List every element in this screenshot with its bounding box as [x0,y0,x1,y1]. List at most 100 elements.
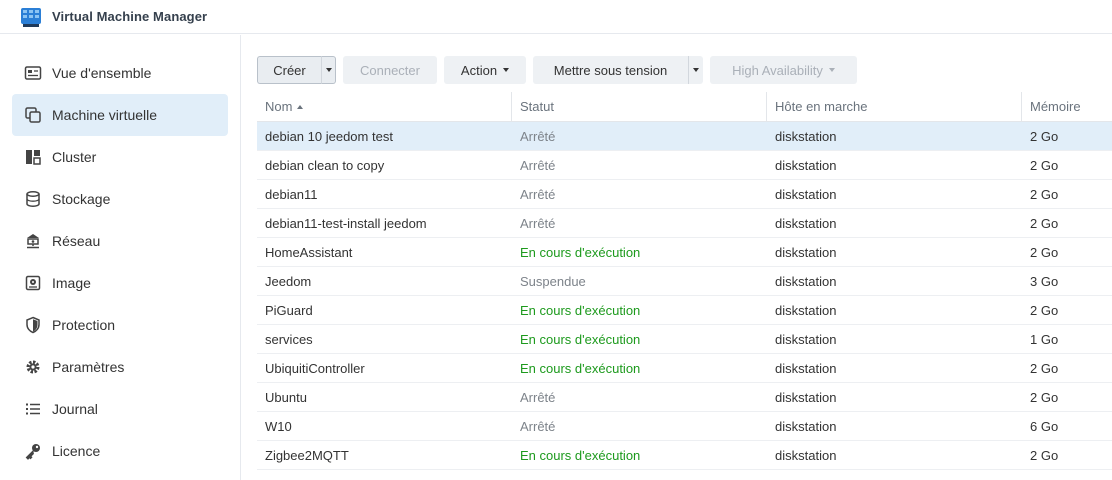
storage-icon [24,190,42,208]
sidebar-item-label: Cluster [52,149,97,165]
sidebar-item-label: Vue d'ensemble [52,65,152,81]
cell-status: Arrêté [520,418,556,434]
cell-memory: 2 Go [1030,389,1059,405]
cell-status: En cours d'exécution [520,447,641,463]
cell-host: diskstation [775,273,837,289]
cell-memory: 2 Go [1030,128,1059,144]
cell-host: diskstation [775,215,837,231]
table-row[interactable]: HomeAssistant En cours d'exécution disksta… [257,238,1112,267]
cell-name: debian11-test-install jeedom [265,215,427,231]
cell-host: diskstation [775,389,837,405]
cell-memory: 3 Go [1030,273,1059,289]
cell-status: Arrêté [520,389,556,405]
cell-name: UbiquitiController [265,360,365,376]
sidebar-item-network[interactable]: Réseau [12,220,228,262]
virtual-machine-icon [24,106,42,124]
cell-status: Suspendue [520,273,586,289]
table-row[interactable]: UbiquitiController En cours d'exécution di… [257,354,1112,383]
column-header-host[interactable]: Hôte en marche [767,91,1022,122]
cell-name: W10 [265,418,292,434]
sidebar-item-label: Protection [52,317,116,333]
cell-memory: 2 Go [1030,447,1059,463]
power-on-button[interactable]: Mettre sous tension [533,56,688,84]
cell-status: Arrêté [520,157,556,173]
sidebar-item-protection[interactable]: Protection [12,304,228,346]
table-row[interactable]: Ubuntu Arrêté diskstation 2 Go [257,383,1112,412]
chevron-down-icon [693,68,699,72]
key-icon [24,442,42,460]
cell-memory: 6 Go [1030,418,1059,434]
cell-memory: 2 Go [1030,186,1059,202]
sidebar-item-settings[interactable]: Paramètres [12,346,228,388]
sidebar-item-license[interactable]: Licence [12,430,228,472]
sidebar-item-label: Réseau [52,233,101,249]
column-header-memory[interactable]: Mémoire [1022,92,1112,122]
table-row[interactable]: W10 Arrêté diskstation 6 Go [257,412,1112,441]
cell-status: Arrêté [520,186,556,202]
table-row[interactable]: debian clean to copy Arrêté diskstation 2 G… [257,151,1112,180]
sidebar-item-image[interactable]: Image [12,262,228,304]
cell-name: Jeedom [265,273,312,289]
cell-host: diskstation [775,418,837,434]
high-availability-button[interactable]: High Availability [710,56,857,84]
power-on-split-button: Mettre sous tension [533,56,703,84]
cell-host: diskstation [775,244,837,260]
cell-memory: 2 Go [1030,244,1059,260]
cell-memory: 2 Go [1030,215,1059,231]
sidebar-item-virtual-machine[interactable]: Machine virtuelle [12,94,228,136]
table-row[interactable]: debian11-test-install jeedom Arrêté diskst… [257,209,1112,238]
sidebar-item-label: Image [52,275,91,291]
high-availability-label: High Availability [732,62,823,78]
cell-name: PiGuard [265,302,313,318]
cell-memory: 2 Go [1030,157,1059,173]
cell-host: diskstation [775,157,837,173]
create-dropdown-button[interactable] [321,56,336,84]
action-label: Action [460,62,498,78]
cell-host: diskstation [775,447,837,463]
table-row[interactable]: PiGuard En cours d'exécution diskstation 2 … [257,296,1112,325]
sidebar-item-label: Journal [52,401,98,417]
sidebar-item-label: Machine virtuelle [52,107,158,123]
power-on-dropdown-button[interactable] [688,56,703,84]
image-icon [24,274,42,292]
cell-name: HomeAssistant [265,244,353,260]
cell-status: En cours d'exécution [520,331,641,347]
column-header-status[interactable]: Statut [512,91,767,122]
log-icon [24,400,42,418]
main-panel: Créer Connecter Action Mettre sous tensi… [242,35,1112,480]
sidebar-item-label: Licence [52,443,101,459]
chevron-down-icon [503,68,510,72]
table-body: debian 10 jeedom test Arrêté diskstation 2 … [257,122,1112,470]
table-header: Nom Statut Hôte en marche Mémoire [257,91,1112,122]
settings-icon [24,358,42,376]
cell-name: debian11 [265,186,318,202]
network-icon [24,232,42,250]
create-button[interactable]: Créer [257,56,321,84]
toolbar: Créer Connecter Action Mettre sous tensi… [257,56,864,84]
chevron-down-icon [828,68,835,72]
cell-memory: 1 Go [1030,331,1059,347]
cell-name: debian 10 jeedom test [265,128,393,144]
connect-button[interactable]: Connecter [343,56,437,84]
overview-icon [24,64,42,82]
cell-host: diskstation [775,302,837,318]
table-row[interactable]: debian 10 jeedom test Arrêté diskstation 2 … [257,122,1112,151]
cell-memory: 2 Go [1030,302,1059,318]
column-header-name[interactable]: Nom [257,91,512,122]
table-row[interactable]: debian11 Arrêté diskstation 2 Go [257,180,1112,209]
table-row[interactable]: Zigbee2MQTT En cours d'exécution diskstati… [257,441,1112,470]
cell-name: Ubuntu [265,389,307,405]
sidebar-item-label: Paramètres [52,359,125,375]
action-button[interactable]: Action [444,56,526,84]
sidebar-item-storage[interactable]: Stockage [12,178,228,220]
cell-name: services [265,331,313,347]
vm-table: Nom Statut Hôte en marche Mémoire debian… [257,91,1112,470]
sidebar-item-log[interactable]: Journal [12,388,228,430]
sidebar-item-cluster[interactable]: Cluster [12,136,228,178]
table-row[interactable]: Jeedom Suspendue diskstation 3 Go [257,267,1112,296]
sidebar-item-overview[interactable]: Vue d'ensemble [12,52,228,94]
app-title: Virtual Machine Manager [52,9,208,24]
cell-memory: 2 Go [1030,360,1059,376]
table-row[interactable]: services En cours d'exécution diskstation 1… [257,325,1112,354]
cluster-icon [24,148,42,166]
